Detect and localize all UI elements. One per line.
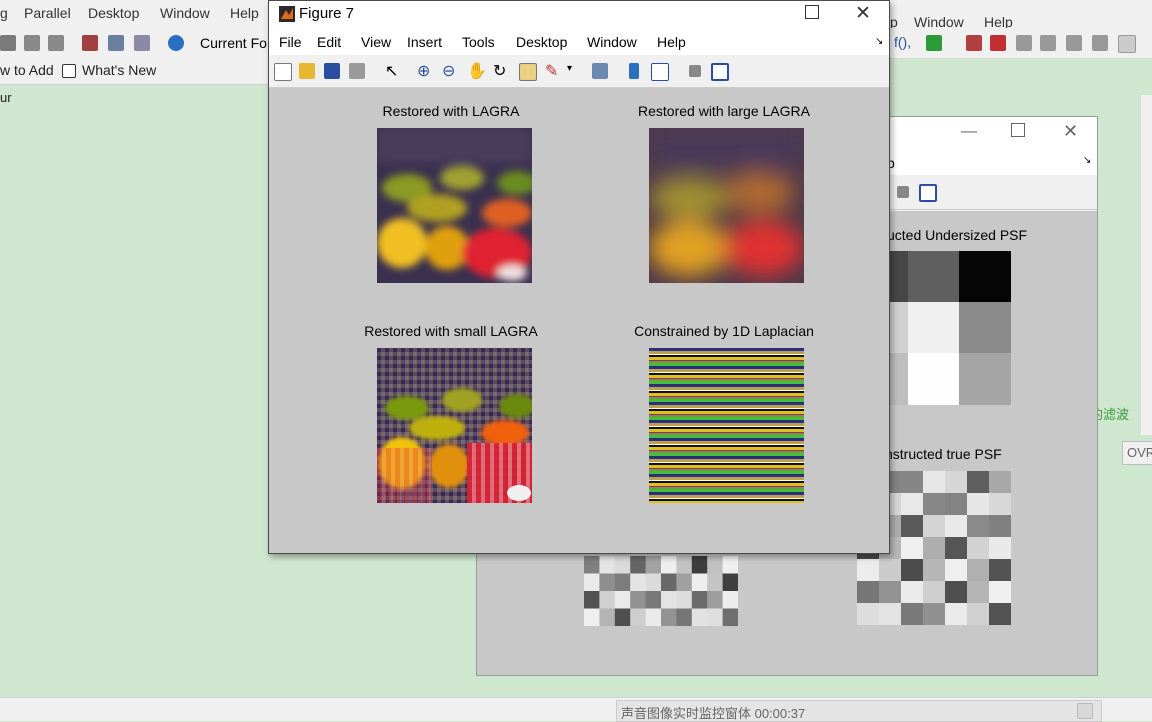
step-icon[interactable] (1016, 35, 1032, 51)
editor-toolbar: f(), (890, 28, 1152, 58)
paste-icon[interactable] (0, 35, 16, 51)
minimize-icon[interactable]: — (961, 123, 977, 141)
zoom-out-icon[interactable]: ⊖ (442, 61, 455, 81)
figure-7-window[interactable]: Figure 7 ✕ File Edit View Insert Tools D… (268, 0, 890, 554)
axes-title-1d-laplacian: Constrained by 1D Laplacian (634, 323, 814, 339)
new-figure-icon[interactable] (274, 63, 292, 81)
figure-7-menubar: File Edit View Insert Tools Desktop Wind… (269, 29, 889, 55)
menu-item-desktop[interactable]: Desktop (88, 5, 139, 21)
axes-title-small-lagra: Restored with small LAGRA (364, 323, 538, 339)
brush-dropdown-icon[interactable]: ▾ (567, 63, 572, 74)
window-title: Figure 7 (299, 5, 355, 22)
ovr-indicator: OVR (1122, 441, 1152, 465)
shortcuts-bar: w to Add What's New (0, 58, 270, 85)
menu-desktop[interactable]: Desktop (516, 34, 567, 50)
menu-help[interactable]: Help (657, 34, 686, 50)
redo-icon[interactable] (48, 35, 64, 51)
step-out-icon[interactable] (1066, 35, 1082, 51)
menu-view[interactable]: View (361, 34, 391, 50)
step-in-icon[interactable] (1040, 35, 1056, 51)
taskbar-item[interactable]: 声音图像实时监控窗体 00:00:37 (616, 700, 1102, 722)
run-icon[interactable] (926, 35, 942, 51)
menu-item-parallel[interactable]: Parallel (24, 5, 71, 21)
menu-item-window[interactable]: Window (160, 5, 210, 21)
axes-title-undersized-psf: ucted Undersized PSF (887, 227, 1028, 243)
show-plot-tools-icon[interactable] (711, 63, 729, 81)
taskbar-item-label: 声音图像实时监控窗体 00:00:37 (621, 706, 806, 721)
breakpoint-icon[interactable] (966, 35, 982, 51)
whats-new-icon (62, 64, 76, 78)
restored-lagra-image (377, 128, 532, 283)
undo-icon[interactable] (24, 35, 40, 51)
menu-file[interactable]: File (279, 34, 302, 50)
hide-plot-tools-icon[interactable] (689, 65, 701, 77)
rotate-3d-icon[interactable]: ↻ (493, 61, 506, 81)
insert-legend-icon[interactable] (651, 63, 669, 81)
save-icon[interactable] (324, 63, 340, 79)
ovr-text: OVR (1127, 445, 1152, 460)
whats-new-link[interactable]: What's New (82, 62, 156, 78)
dock-arrow-icon[interactable]: ↘ (875, 36, 883, 47)
matlab-logo-icon (279, 6, 295, 22)
dock-arrow-icon[interactable]: ↘ (1083, 155, 1091, 166)
help-icon[interactable] (168, 35, 184, 51)
undersized-psf-image (887, 251, 1011, 405)
current-folder-label: Current Fo (200, 35, 267, 51)
brush-icon[interactable]: ✎ (545, 61, 558, 81)
pan-icon[interactable]: ✋ (467, 61, 487, 81)
axes-title-large-lagra: Restored with large LAGRA (638, 103, 810, 119)
menu-tools[interactable]: Tools (462, 34, 495, 50)
figure-7-toolbar: ↖ ⊕ ⊖ ✋ ↻ ✎ ▾ (269, 55, 889, 88)
print-icon[interactable] (349, 63, 365, 79)
editor-scrollbar[interactable] (1140, 95, 1152, 435)
restored-small-lagra-image (377, 348, 532, 503)
command-window-text: ur (0, 90, 12, 105)
dropdown-icon[interactable] (1118, 35, 1136, 53)
constrained-1d-laplacian-image (649, 348, 804, 503)
axes-title-true-psf: nstructed true PSF (885, 446, 1002, 462)
menu-item-help[interactable]: Help (230, 5, 259, 21)
function-icon[interactable]: f(), (894, 34, 911, 50)
psf-image-bottom-left (584, 556, 738, 626)
profiler-icon[interactable] (134, 35, 150, 51)
open-file-icon[interactable] (299, 63, 315, 79)
show-plot-tools-icon[interactable] (919, 184, 937, 202)
axes-title-lagra: Restored with LAGRA (382, 103, 520, 119)
menu-item-partial[interactable]: g (0, 5, 8, 21)
guide-icon[interactable] (108, 35, 124, 51)
data-cursor-icon[interactable] (519, 63, 537, 81)
close-icon[interactable]: ✕ (1063, 121, 1078, 142)
close-icon[interactable]: ✕ (855, 2, 871, 25)
how-to-add-link[interactable]: w to Add (0, 62, 54, 78)
menu-insert[interactable]: Insert (407, 34, 442, 50)
simulink-icon[interactable] (82, 35, 98, 51)
menu-window[interactable]: Window (587, 34, 637, 50)
figure-7-canvas: Restored with LAGRA Restored with large … (269, 88, 889, 553)
link-plot-icon[interactable] (592, 63, 608, 79)
taskbar-dropdown-icon[interactable] (1077, 703, 1093, 719)
hide-plot-tools-icon[interactable] (897, 186, 909, 198)
restored-large-lagra-image (649, 128, 804, 283)
menu-edit[interactable]: Edit (317, 34, 341, 50)
continue-icon[interactable] (1092, 35, 1108, 51)
figure-7-titlebar[interactable]: Figure 7 ✕ (269, 1, 889, 29)
edit-plot-arrow-icon[interactable]: ↖ (385, 61, 398, 81)
maximize-icon[interactable] (1011, 123, 1025, 137)
maximize-icon[interactable] (805, 5, 819, 19)
clear-breakpoints-icon[interactable] (990, 35, 1006, 51)
zoom-in-icon[interactable]: ⊕ (417, 61, 430, 81)
insert-colorbar-icon[interactable] (629, 63, 639, 79)
